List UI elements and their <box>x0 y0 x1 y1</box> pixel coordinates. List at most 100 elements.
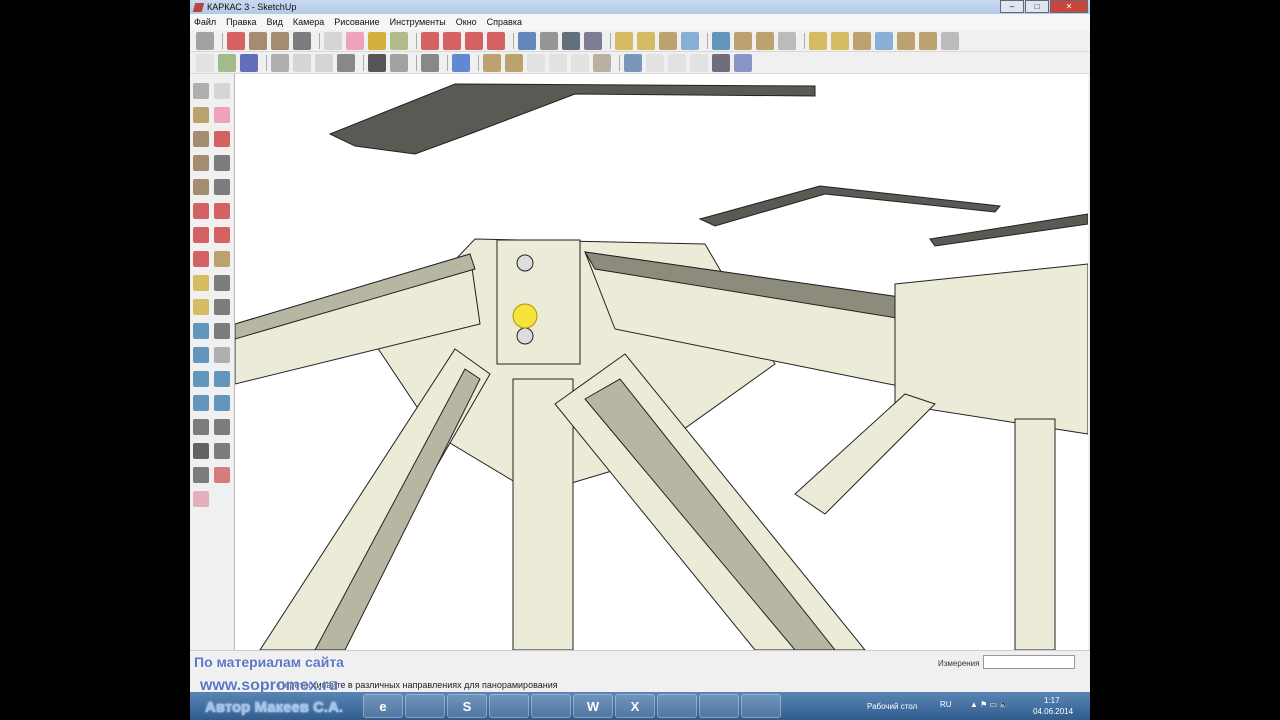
language-indicator[interactable]: RU <box>940 700 952 709</box>
polygon-icon[interactable] <box>193 179 209 195</box>
front-icon[interactable] <box>778 31 796 50</box>
top-view-icon[interactable] <box>505 53 523 72</box>
orbit-icon[interactable] <box>518 31 536 50</box>
section-display-icon[interactable] <box>637 31 655 50</box>
save-icon[interactable] <box>240 53 258 72</box>
previous-icon[interactable] <box>193 395 209 411</box>
open-icon[interactable] <box>218 53 236 72</box>
3d-viewport[interactable] <box>235 74 1088 650</box>
axes-icon[interactable] <box>193 323 209 339</box>
push-pull-icon[interactable] <box>421 31 439 50</box>
rectangle-icon[interactable] <box>193 131 209 147</box>
paste-icon[interactable] <box>315 53 333 72</box>
3d-text-icon[interactable] <box>214 323 230 339</box>
pencil-icon[interactable] <box>227 31 245 50</box>
circle-icon[interactable] <box>193 155 209 171</box>
taskbar-e-button[interactable]: e <box>363 694 403 718</box>
follow-me-icon[interactable] <box>214 227 230 243</box>
clock-time[interactable]: 1:17 <box>1044 696 1060 705</box>
add-location-icon[interactable] <box>214 467 230 483</box>
iso-view-icon[interactable] <box>483 53 501 72</box>
xray-icon[interactable] <box>624 53 642 72</box>
cut-icon[interactable] <box>271 53 289 72</box>
right-view-icon[interactable] <box>549 53 567 72</box>
front-view-icon[interactable] <box>527 53 545 72</box>
show-desktop-label[interactable]: Рабочий стол <box>867 702 917 711</box>
eraser-icon[interactable] <box>214 107 230 123</box>
maximize-button[interactable]: □ <box>1025 0 1049 13</box>
section-plane-icon[interactable] <box>214 443 230 459</box>
look-around-icon[interactable] <box>214 419 230 435</box>
pan-icon[interactable] <box>540 31 558 50</box>
back-view-icon[interactable] <box>571 53 589 72</box>
menu-draw[interactable]: Рисование <box>334 17 379 27</box>
new-icon[interactable] <box>196 53 214 72</box>
section-plane-icon[interactable] <box>615 31 633 50</box>
rectangle-icon[interactable] <box>249 31 267 50</box>
wireframe-icon[interactable] <box>646 53 664 72</box>
taskbar-firefox-button[interactable] <box>405 694 445 718</box>
taskbar-notes-button[interactable] <box>657 694 697 718</box>
taskbar-ccleaner-button[interactable] <box>489 694 529 718</box>
make-component-icon[interactable] <box>214 83 230 99</box>
zoom-icon[interactable] <box>562 31 580 50</box>
look-around-icon[interactable] <box>681 31 699 50</box>
monochrome-icon[interactable] <box>734 53 752 72</box>
menu-file[interactable]: Файл <box>194 17 216 27</box>
wireframe-icon[interactable] <box>919 31 937 50</box>
close-button[interactable]: ✕ <box>1050 0 1088 13</box>
tape-measure-icon[interactable] <box>193 275 209 291</box>
move-icon[interactable] <box>443 31 461 50</box>
pan-icon[interactable] <box>214 347 230 363</box>
measurements-input[interactable] <box>983 655 1075 669</box>
taskbar-sketchup-button[interactable] <box>699 694 739 718</box>
position-camera-icon[interactable] <box>193 419 209 435</box>
shaded-icon[interactable] <box>690 53 708 72</box>
iso-icon[interactable] <box>734 31 752 50</box>
orbit-icon[interactable] <box>193 347 209 363</box>
dimension-icon[interactable] <box>214 275 230 291</box>
rotate-icon[interactable] <box>465 31 483 50</box>
zoom-extents-icon[interactable] <box>214 395 230 411</box>
redo-icon[interactable] <box>390 53 408 72</box>
line-icon[interactable] <box>214 131 230 147</box>
follow-me-icon[interactable] <box>487 31 505 50</box>
copy-icon[interactable] <box>293 53 311 72</box>
eraser-icon[interactable] <box>346 31 364 50</box>
select-icon[interactable] <box>193 83 209 99</box>
menu-edit[interactable]: Правка <box>226 17 256 27</box>
menu-view[interactable]: Вид <box>267 17 283 27</box>
freehand-icon[interactable] <box>214 179 230 195</box>
model-info-icon[interactable] <box>452 53 470 72</box>
make-component-icon[interactable] <box>324 31 342 50</box>
taskbar-explorer-button[interactable] <box>531 694 571 718</box>
menu-help[interactable]: Справка <box>487 17 522 27</box>
shaded-icon[interactable] <box>941 31 959 50</box>
text-icon[interactable] <box>214 299 230 315</box>
menu-window[interactable]: Окно <box>456 17 477 27</box>
circle-icon[interactable] <box>271 31 289 50</box>
scale-icon[interactable] <box>193 251 209 267</box>
delete-icon[interactable] <box>337 53 355 72</box>
paint-bucket-icon[interactable] <box>390 31 408 50</box>
menu-tools[interactable]: Инструменты <box>390 17 446 27</box>
protractor-icon[interactable] <box>193 299 209 315</box>
position-camera-icon[interactable] <box>712 31 730 50</box>
move-icon[interactable] <box>193 203 209 219</box>
zoom-extents-icon[interactable] <box>584 31 602 50</box>
menu-camera[interactable]: Камера <box>293 17 324 27</box>
tape-measure-icon[interactable] <box>368 31 386 50</box>
taskbar-x-button[interactable]: X <box>615 694 655 718</box>
zoom-icon[interactable] <box>193 371 209 387</box>
select-icon[interactable] <box>196 31 214 50</box>
top-icon[interactable] <box>756 31 774 50</box>
push-pull-icon[interactable] <box>214 203 230 219</box>
hidden-line-icon[interactable] <box>668 53 686 72</box>
zoom-window-icon[interactable] <box>214 371 230 387</box>
clock-date[interactable]: 04.06.2014 <box>1033 707 1073 716</box>
minimize-button[interactable]: – <box>1000 0 1024 13</box>
back-icon[interactable] <box>831 31 849 50</box>
bottom-icon[interactable] <box>875 31 893 50</box>
paint-bucket-icon[interactable] <box>193 107 209 123</box>
tray-icons[interactable]: ▲ ⚑ ▭ 🔈 <box>970 700 1009 709</box>
